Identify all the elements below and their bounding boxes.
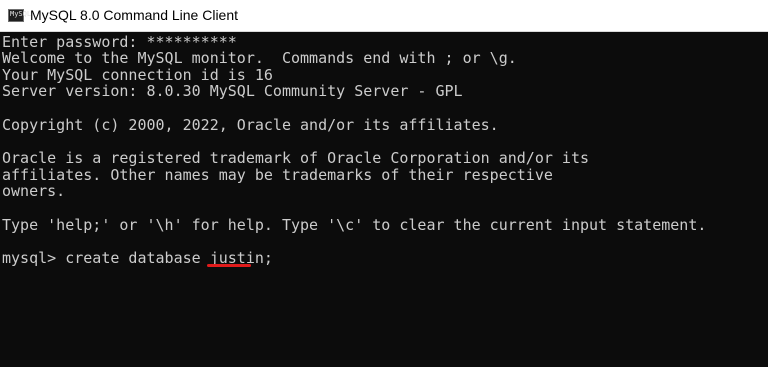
title-bar[interactable]: MySQL MySQL 8.0 Command Line Client (0, 0, 768, 32)
console-line: Type 'help;' or '\h' for help. Type '\c'… (2, 216, 707, 234)
console-line: owners. (2, 182, 66, 200)
app-icon-text: MySQL (10, 10, 32, 18)
red-underline-annotation (207, 264, 251, 267)
console-line: affiliates. Other names may be trademark… (2, 166, 553, 184)
console-line: Enter password: ********** (2, 33, 237, 51)
mysql-console-icon: MySQL (8, 9, 31, 22)
console-line: Welcome to the MySQL monitor. Commands e… (2, 49, 517, 67)
console-line: Copyright (c) 2000, 2022, Oracle and/or … (2, 116, 499, 134)
console-line: Server version: 8.0.30 MySQL Community S… (2, 82, 463, 100)
window-title: MySQL 8.0 Command Line Client (30, 7, 239, 23)
console-output[interactable]: Enter password: ********** Welcome to th… (0, 32, 768, 367)
console-line: Your MySQL connection id is 16 (2, 66, 273, 84)
console-line: Oracle is a registered trademark of Orac… (2, 149, 589, 167)
